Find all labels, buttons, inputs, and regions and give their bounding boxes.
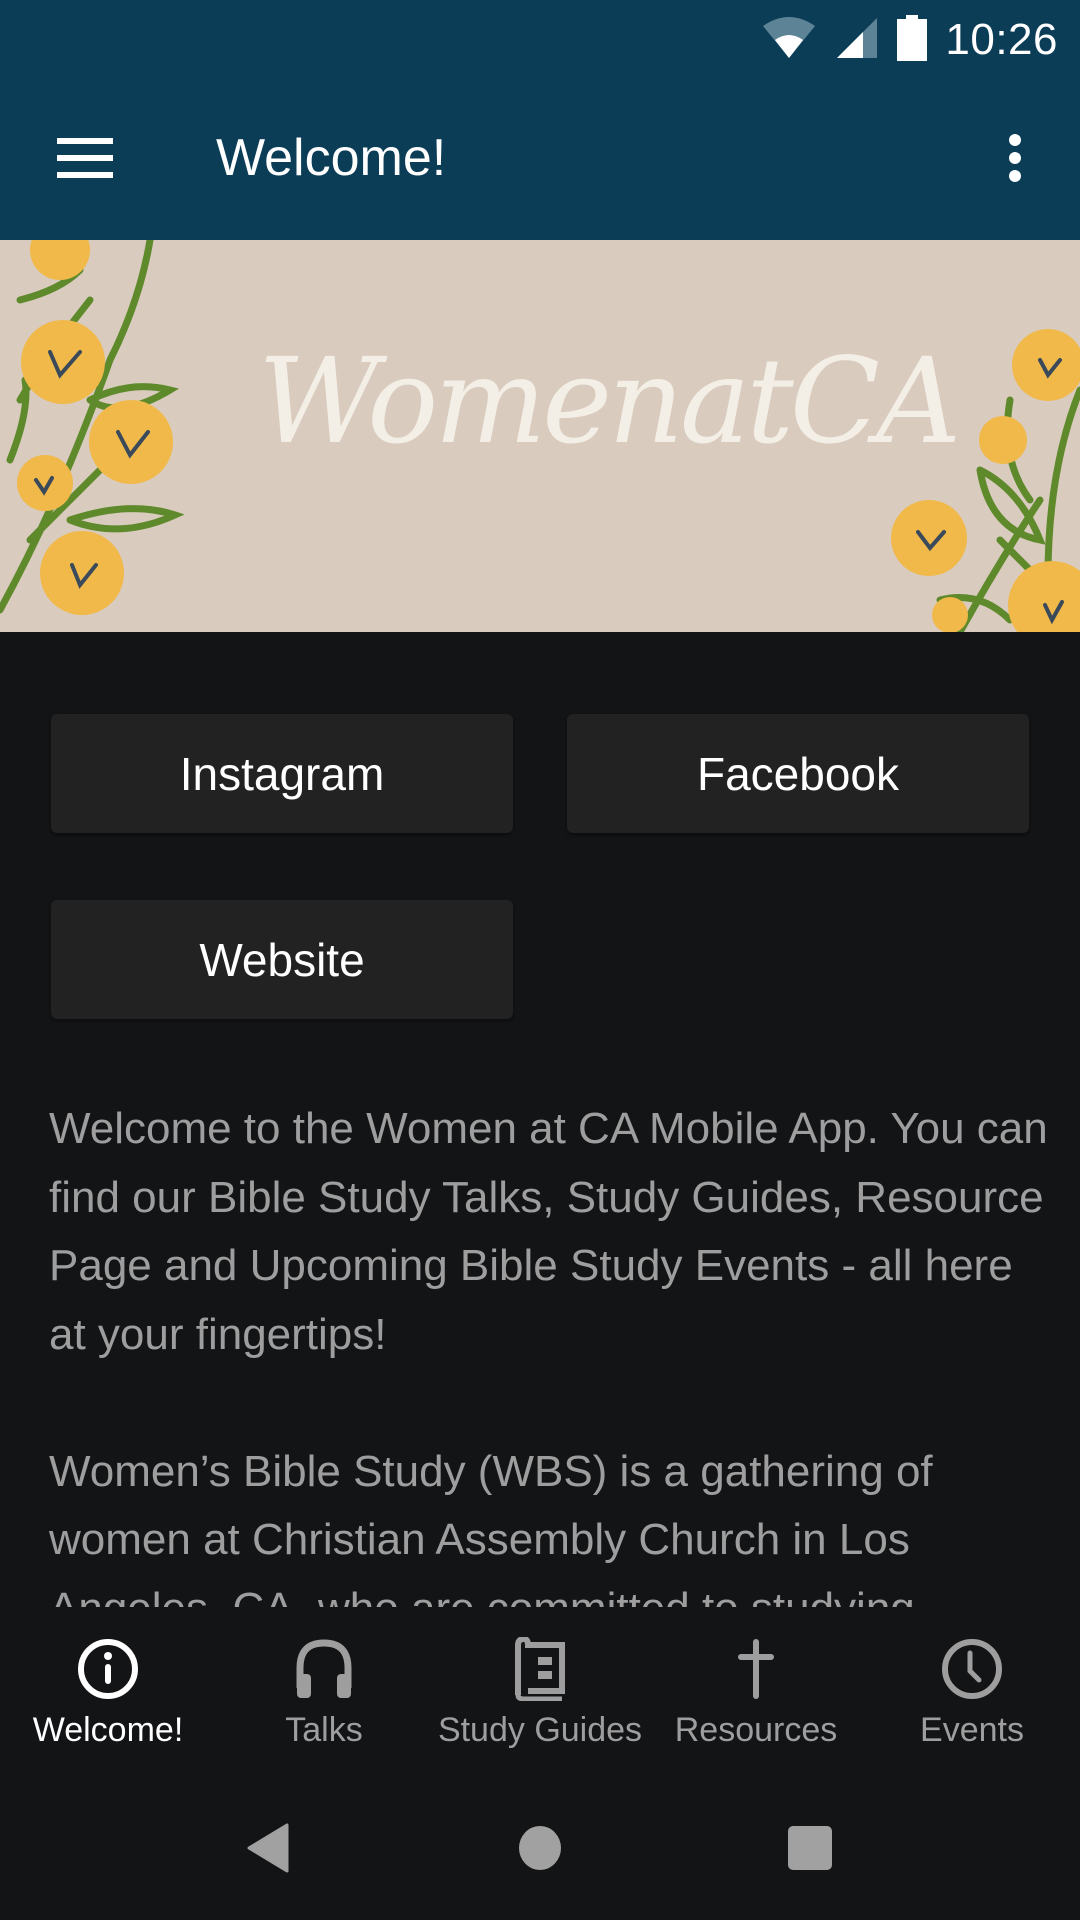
info-icon bbox=[76, 1637, 140, 1701]
recents-square-icon bbox=[787, 1825, 833, 1876]
app-bar: Welcome! bbox=[0, 80, 1080, 240]
recents-button[interactable] bbox=[765, 1815, 855, 1885]
menu-button[interactable] bbox=[40, 120, 130, 200]
nav-item-events[interactable]: Events bbox=[864, 1607, 1080, 1775]
back-button[interactable] bbox=[222, 1815, 312, 1885]
nav-label: Resources bbox=[674, 1711, 838, 1749]
intro-paragraph: Welcome to the Women at CA Mobile App. Y… bbox=[49, 1104, 1048, 1359]
battery-icon bbox=[897, 14, 928, 66]
status-bar: 10:26 bbox=[0, 0, 1080, 80]
website-button[interactable]: Website bbox=[51, 900, 513, 1019]
nav-item-talks[interactable]: Talks bbox=[216, 1607, 432, 1775]
facebook-button[interactable]: Facebook bbox=[567, 714, 1029, 833]
nav-label: Events bbox=[920, 1711, 1024, 1749]
nav-label: Talks bbox=[285, 1711, 363, 1749]
instagram-button[interactable]: Instagram bbox=[51, 714, 513, 833]
page-title: Welcome! bbox=[216, 129, 447, 187]
wifi-icon bbox=[761, 16, 817, 65]
nav-item-resources[interactable]: Resources bbox=[648, 1607, 864, 1775]
nav-item-welcome[interactable]: Welcome! bbox=[0, 1607, 216, 1775]
system-navigation-bar bbox=[0, 1775, 1080, 1920]
home-circle-icon bbox=[518, 1825, 562, 1876]
nav-item-study-guides[interactable]: Study Guides bbox=[432, 1607, 648, 1775]
status-time: 10:26 bbox=[945, 15, 1058, 64]
banner-image: WomenatCA bbox=[0, 240, 1080, 632]
nav-label: Study Guides bbox=[437, 1711, 643, 1749]
cell-signal-icon bbox=[835, 16, 879, 65]
home-button[interactable] bbox=[495, 1815, 585, 1885]
banner-title: WomenatCA bbox=[258, 332, 961, 470]
headphones-icon bbox=[292, 1637, 356, 1701]
nav-label: Welcome! bbox=[32, 1711, 184, 1749]
hamburger-menu-icon bbox=[57, 137, 113, 183]
wbs-paragraph: Women’s Bible Study (WBS) is a gathering… bbox=[49, 1446, 933, 1608]
bottom-navigation: Welcome! Talks Study Guides Resources Ev… bbox=[0, 1607, 1080, 1775]
book-icon bbox=[508, 1637, 572, 1701]
back-triangle-icon bbox=[245, 1823, 289, 1878]
cross-icon bbox=[724, 1637, 788, 1701]
welcome-description: Welcome to the Women at CA Mobile App. Y… bbox=[49, 1095, 1049, 1607]
clock-icon bbox=[940, 1637, 1004, 1701]
more-vert-icon bbox=[1008, 133, 1022, 187]
overflow-menu-button[interactable] bbox=[980, 120, 1050, 200]
